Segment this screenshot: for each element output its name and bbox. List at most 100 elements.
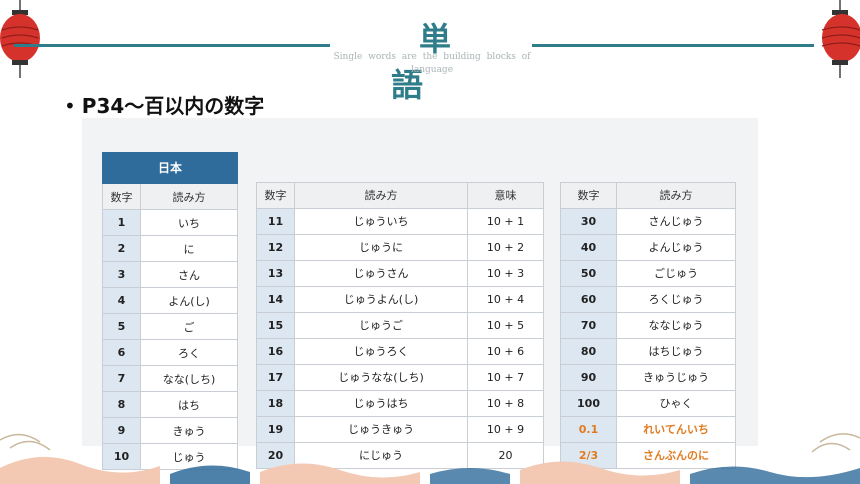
reading-cell: ごじゅう [616,259,736,287]
table-row: 11 じゅういち 10 + 1 [256,207,544,235]
number-cell: 30 [560,207,617,235]
number-tables: 日本 数字 読み方 1 いち 2 に 3 さん 4 よん(し) 5 ご 6 ろく 7 なな(しち) 8 はち 9… [82,118,758,470]
table-row: 100 ひゃく [560,389,736,417]
column-header: 数字 [256,181,295,209]
reading-cell: ご [140,313,238,340]
meaning-cell: 10 + 3 [467,259,544,287]
number-cell: 14 [256,285,295,313]
column-header: 意味 [467,181,544,209]
reading-cell: はちじゅう [616,337,736,365]
column-header: 読み方 [294,181,468,209]
table-spacer [257,152,544,182]
table-row: 6 ろく [102,339,238,366]
number-cell: 5 [102,313,141,340]
table-row: 60 ろくじゅう [560,285,736,313]
table-row: 2に [102,235,238,262]
table-row: 70 ななじゅう [560,311,736,339]
reading-cell: じゅうに [294,233,468,261]
reading-cell: じゅうよん(し) [294,285,468,313]
page-subtitle: Single words are the building blocks of … [333,52,531,75]
table-row: 90 きゅうじゅう [560,363,736,391]
number-cell: 100 [560,389,617,417]
reading-cell: ろくじゅう [616,285,736,313]
meaning-cell: 10 + 5 [467,311,544,339]
number-cell: 18 [256,389,295,417]
reading-cell: じゅうろく [294,337,468,365]
number-cell: 1 [102,209,141,236]
table-row: 30 さんじゅう [560,207,736,235]
number-cell: 16 [256,337,295,365]
reading-cell: さんじゅう [616,207,736,235]
meaning-cell: 10 + 1 [467,207,544,235]
meaning-cell: 10 + 6 [467,337,544,365]
bullet-text: P34～百以内の数字 [81,94,265,118]
reading-cell: よんじゅう [616,233,736,261]
table-spacer [561,152,736,182]
meaning-cell: 10 + 8 [467,389,544,417]
column-header: 読み方 [616,181,736,209]
number-cell: 17 [256,363,295,391]
table-row: 50 ごじゅう [560,259,736,287]
bullet-item: • P34～百以内の数字 [64,90,264,119]
reading-cell: じゅうなな(しち) [294,363,468,391]
table-row: 18 じゅうはち 10 + 8 [256,389,544,417]
table-row: 13 じゅうさん 10 + 3 [256,259,544,287]
number-cell: 50 [560,259,617,287]
reading-cell: じゅうご [294,311,468,339]
number-cell: 6 [102,339,141,366]
meaning-cell: 10 + 4 [467,285,544,313]
reading-cell: ろく [140,339,238,366]
table-1-to-10: 日本 数字 読み方 1 いち 2 に 3 さん 4 よん(し) 5 ご 6 ろく 7 なな(しち) 8 はち 9… [102,152,238,470]
reading-cell: なな(しち) [140,365,238,392]
number-cell: 2 [102,235,141,262]
column-header: 読み方 [140,183,238,210]
column-header: 数字 [560,181,617,209]
table-row: 14 じゅうよん(し) 10 + 4 [256,285,544,313]
table-group-label: 日本 [102,152,238,184]
number-cell: 13 [256,259,295,287]
reading-cell: さん [140,261,238,288]
number-cell: 60 [560,285,617,313]
lantern-left-icon [0,0,40,78]
table-row: 5ご [102,313,238,340]
table-row: 16 じゅうろく 10 + 6 [256,337,544,365]
table-row: 80 はちじゅう [560,337,736,365]
table-11-to-20: 数字 読み方 意味 11 じゅういち 10 + 1 12 じゅうに 10 + 2 13 じゅう… [256,152,544,469]
meaning-cell: 10 + 7 [467,363,544,391]
table-row: 17 じゅうなな(しち) 10 + 7 [256,363,544,391]
table-row: 40 よんじゅう [560,233,736,261]
number-cell: 70 [560,311,617,339]
table-row: 7 なな(しち) [102,365,238,392]
table-row: 3 さん [102,261,238,288]
reading-cell: じゅうさん [294,259,468,287]
number-cell: 4 [102,287,141,314]
table-row: 4 よん(し) [102,287,238,314]
number-cell: 7 [102,365,141,392]
bullet-dot: • [64,94,76,118]
meaning-cell: 10 + 2 [467,233,544,261]
title-rule-left [14,44,330,47]
reading-cell: ひゃく [616,389,736,417]
reading-cell: に [140,235,238,262]
reading-cell: はち [140,391,238,418]
number-cell: 8 [102,391,141,418]
wave-decoration-icon [0,433,860,484]
table-row: 8 はち [102,391,238,418]
reading-cell: よん(し) [140,287,238,314]
reading-cell: ななじゅう [616,311,736,339]
number-cell: 11 [256,207,295,235]
reading-cell: じゅうはち [294,389,468,417]
reading-cell: じゅういち [294,207,468,235]
number-cell: 90 [560,363,617,391]
number-cell: 3 [102,261,141,288]
reading-cell: いち [140,209,238,236]
table-row: 12 じゅうに 10 + 2 [256,233,544,261]
lantern-right-icon [821,0,860,78]
table-row: 1 いち [102,209,238,236]
number-cell: 12 [256,233,295,261]
number-cell: 40 [560,233,617,261]
table-row: 15 じゅうご 10 + 5 [256,311,544,339]
number-cell: 15 [256,311,295,339]
reading-cell: きゅうじゅう [616,363,736,391]
number-cell: 80 [560,337,617,365]
